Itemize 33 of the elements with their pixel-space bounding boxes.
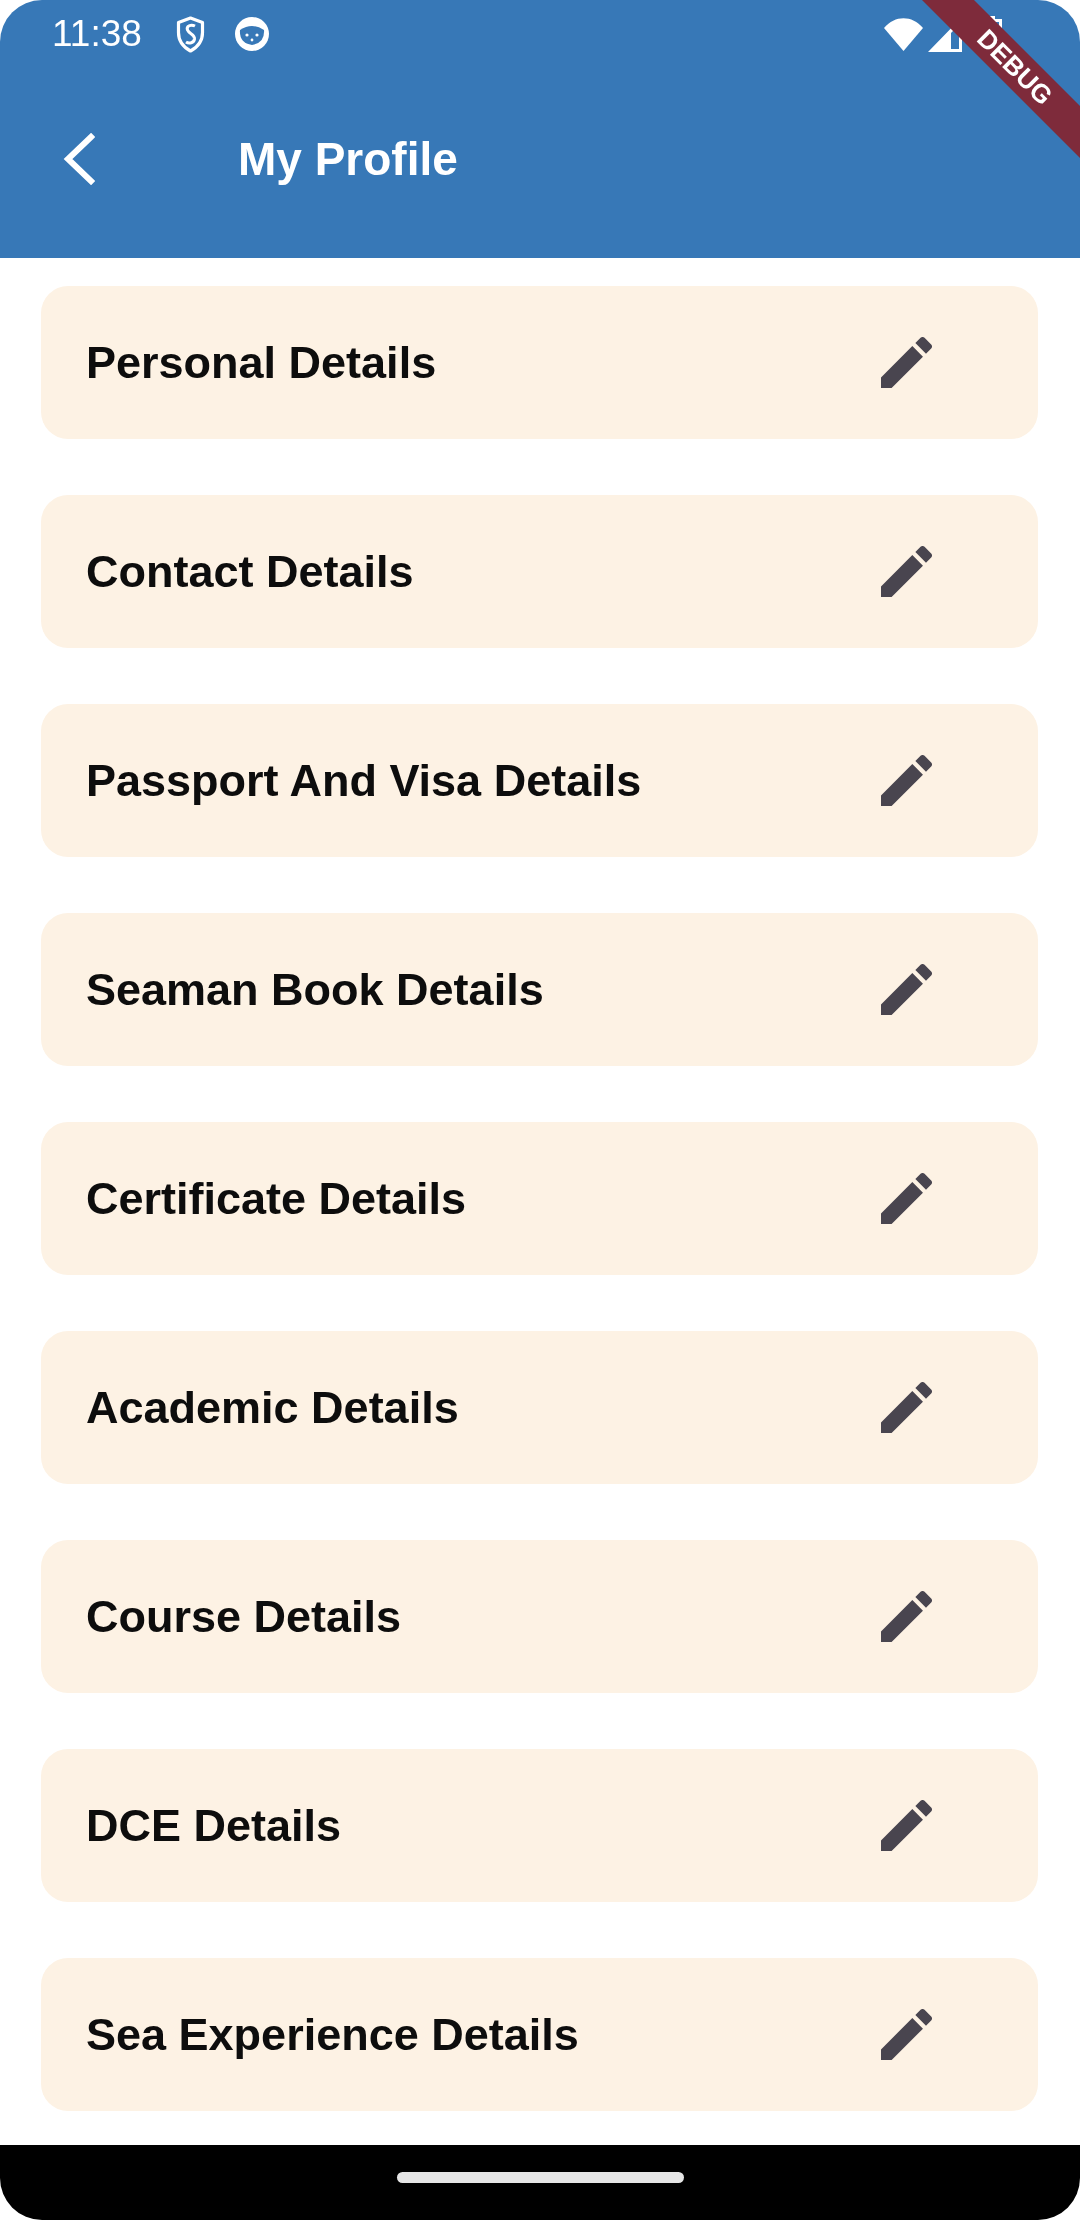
section-card[interactable]: Personal Details bbox=[41, 286, 1038, 439]
section-title: Certificate Details bbox=[86, 1172, 467, 1225]
section-title: Contact Details bbox=[86, 545, 414, 598]
wifi-icon bbox=[884, 17, 923, 51]
section-title: Passport And Visa Details bbox=[86, 754, 642, 807]
pencil-icon[interactable] bbox=[881, 1591, 932, 1642]
section-card[interactable]: Sea Experience Details bbox=[41, 1958, 1038, 2111]
pencil-icon[interactable] bbox=[881, 755, 932, 806]
section-title: Personal Details bbox=[86, 336, 437, 389]
circle-icon bbox=[234, 17, 269, 51]
section-card[interactable]: Seaman Book Details bbox=[41, 913, 1038, 1066]
section-card[interactable]: Passport And Visa Details bbox=[41, 704, 1038, 857]
pencil-icon[interactable] bbox=[881, 1382, 932, 1433]
section-card[interactable]: Course Details bbox=[41, 1540, 1038, 1693]
shield-icon bbox=[175, 15, 205, 53]
pencil-icon[interactable] bbox=[881, 546, 932, 597]
section-card[interactable]: Certificate Details bbox=[41, 1122, 1038, 1275]
section-title: Seaman Book Details bbox=[86, 963, 544, 1016]
section-title: Sea Experience Details bbox=[86, 2008, 579, 2061]
pencil-icon[interactable] bbox=[881, 1800, 932, 1851]
pencil-icon[interactable] bbox=[881, 2009, 932, 2060]
section-card[interactable]: DCE Details bbox=[41, 1749, 1038, 1902]
pencil-icon[interactable] bbox=[881, 1173, 932, 1224]
pencil-icon[interactable] bbox=[881, 337, 932, 388]
section-title: DCE Details bbox=[86, 1799, 342, 1852]
section-title: Academic Details bbox=[86, 1381, 459, 1434]
pencil-icon[interactable] bbox=[881, 964, 932, 1015]
page-title: My Profile bbox=[238, 132, 458, 186]
back-icon[interactable] bbox=[63, 133, 95, 185]
status-time: 11:38 bbox=[52, 13, 142, 55]
section-title: Course Details bbox=[86, 1590, 402, 1643]
section-card[interactable]: Contact Details bbox=[41, 495, 1038, 648]
section-card[interactable]: Academic Details bbox=[41, 1331, 1038, 1484]
